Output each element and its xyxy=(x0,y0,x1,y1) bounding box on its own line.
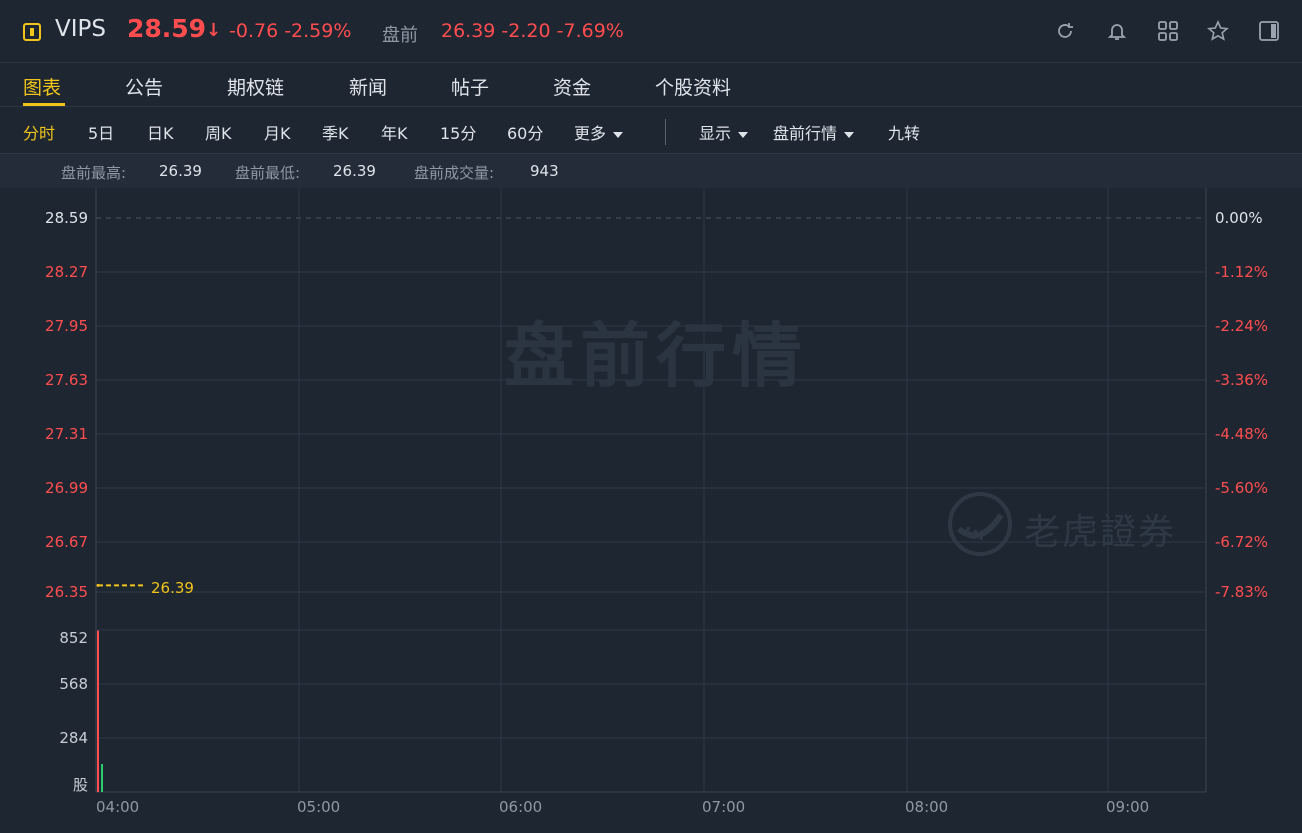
time-tick-label: 07:00 xyxy=(702,798,746,816)
price-point xyxy=(96,583,100,587)
volume-bar xyxy=(97,630,99,792)
time-tick-label: 09:00 xyxy=(1106,798,1150,816)
chart-watermark: 盘前行情 xyxy=(504,315,808,397)
price-tick-label: 26.35 xyxy=(45,583,88,601)
percent-tick-label: -6.72% xyxy=(1215,533,1269,551)
volume-tick-label: 852 xyxy=(59,629,88,647)
price-tick-label: 26.99 xyxy=(45,479,88,497)
price-tick-label: 27.31 xyxy=(45,425,88,443)
volume-tick-label: 568 xyxy=(59,675,88,693)
percent-tick-label: -2.24% xyxy=(1215,317,1269,335)
percent-tick-label: -7.83% xyxy=(1215,583,1269,601)
price-tick-label: 28.59 xyxy=(45,209,88,227)
price-tick-label: 26.67 xyxy=(45,533,88,551)
price-tick-label: 28.27 xyxy=(45,263,88,281)
time-tick-label: 04:00 xyxy=(96,798,140,816)
time-tick-label: 05:00 xyxy=(297,798,341,816)
volume-tick-label: 股 xyxy=(72,776,88,794)
price-tick-label: 27.63 xyxy=(45,371,88,389)
time-tick-label: 08:00 xyxy=(905,798,949,816)
percent-tick-label: 0.00% xyxy=(1215,209,1263,227)
intraday-chart[interactable] xyxy=(0,0,1302,833)
brand-watermark: 老虎證券 xyxy=(1024,512,1177,553)
last-price-label: 26.39 xyxy=(151,579,194,597)
percent-tick-label: -3.36% xyxy=(1215,371,1269,389)
tiger-logo-icon xyxy=(948,492,1012,556)
price-tick-label: 27.95 xyxy=(45,317,88,335)
percent-tick-label: -1.12% xyxy=(1215,263,1269,281)
percent-tick-label: -5.60% xyxy=(1215,479,1269,497)
volume-bar xyxy=(101,764,103,792)
time-tick-label: 06:00 xyxy=(499,798,543,816)
percent-tick-label: -4.48% xyxy=(1215,425,1269,443)
volume-tick-label: 284 xyxy=(59,729,88,747)
